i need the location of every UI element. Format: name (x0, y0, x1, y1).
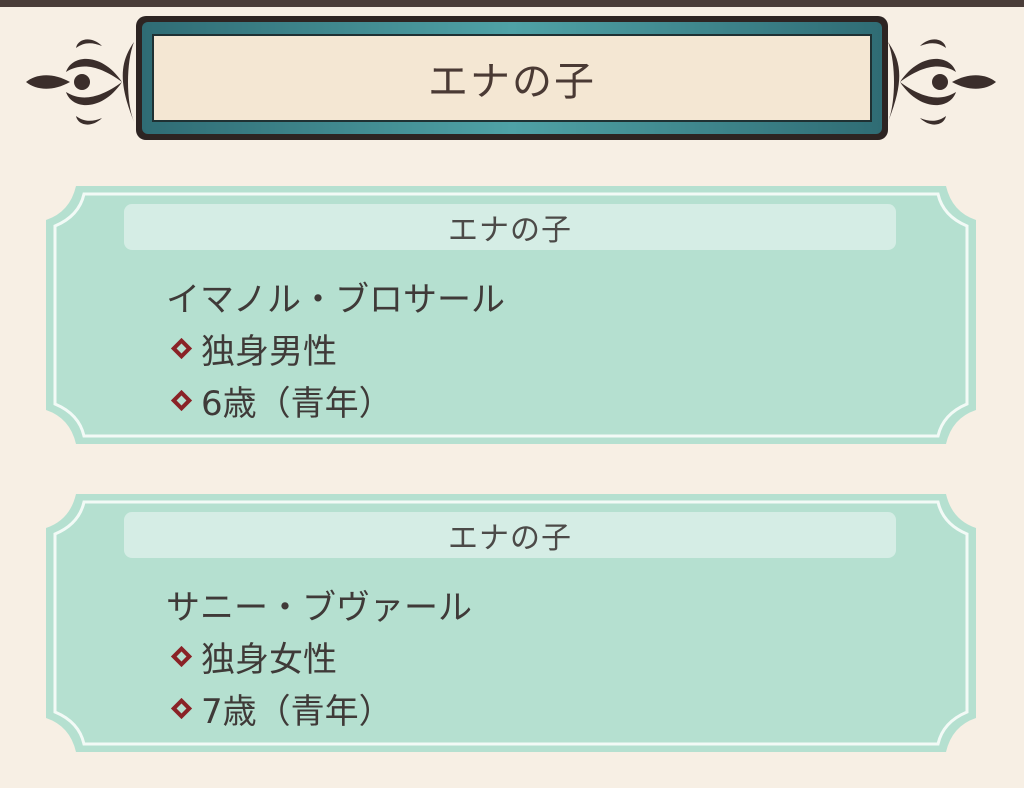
diamond-icon (170, 697, 193, 720)
character-name: サニー・ブヴァール (166, 588, 472, 628)
title-plate: エナの子 (152, 34, 872, 122)
age-line: 7歳（青年） (166, 684, 393, 733)
age-text: 6歳（青年） (201, 384, 393, 424)
age-line: 6歳（青年） (166, 376, 393, 425)
status-line: 独身女性 (166, 632, 337, 681)
diamond-icon (170, 337, 193, 360)
age-text: 7歳（青年） (201, 692, 393, 732)
status-line: 独身男性 (166, 324, 337, 373)
character-name: イマノル・ブロサール (166, 280, 505, 320)
child-card[interactable]: エナの子 サニー・ブヴァール 独身女性 7歳（青年） (46, 494, 976, 752)
fleur-ornament-icon (888, 39, 996, 125)
diamond-icon (170, 389, 193, 412)
card-heading: エナの子 (124, 204, 896, 250)
diamond-icon (170, 645, 193, 668)
top-border (0, 0, 1024, 7)
card-heading: エナの子 (124, 512, 896, 558)
title-banner: エナの子 (136, 16, 888, 140)
child-card[interactable]: エナの子 イマノル・ブロサール 独身男性 6歳（青年） (46, 186, 976, 444)
marital-status: 独身男性 (201, 332, 337, 372)
marital-status: 独身女性 (201, 640, 337, 680)
page-title: エナの子 (428, 59, 596, 105)
fleur-ornament-icon (26, 39, 134, 125)
